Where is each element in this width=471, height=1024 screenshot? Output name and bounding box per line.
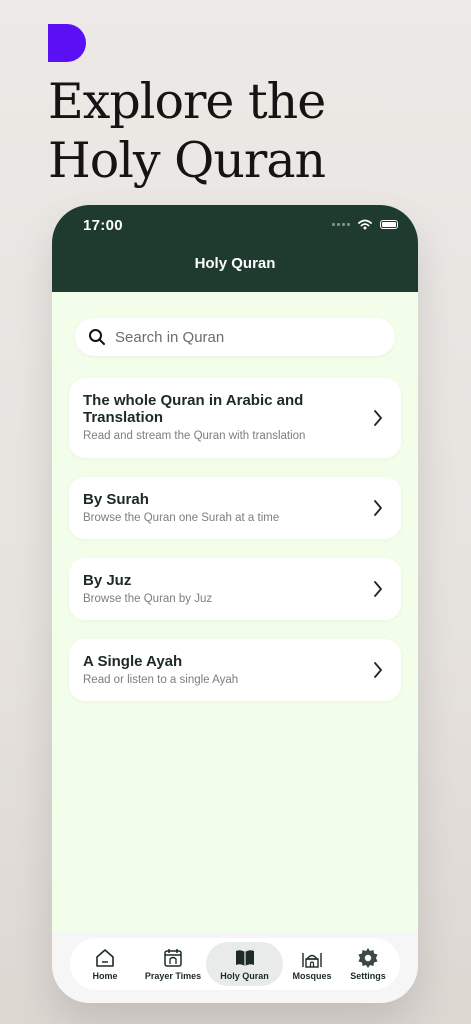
phone-frame: 17:00 Holy Quran The whole Quran in Arab…: [52, 205, 418, 1003]
card-subtitle: Browse the Quran one Surah at a time: [83, 512, 280, 524]
card-title-line2: Translation: [83, 409, 164, 426]
card-by-surah[interactable]: By Surah Browse the Quran one Surah at a…: [69, 477, 401, 539]
card-whole-quran[interactable]: The whole Quran in Arabic and Translatio…: [69, 378, 401, 458]
card-subtitle: Read and stream the Quran with translati…: [83, 430, 306, 442]
tab-prayer-times[interactable]: Prayer Times: [138, 942, 208, 986]
header-title: Holy Quran: [194, 255, 276, 272]
calendar-icon: [164, 949, 182, 967]
tab-label: Holy Quran: [220, 971, 269, 981]
search-box[interactable]: [75, 318, 395, 356]
tab-holy-quran[interactable]: Holy Quran: [206, 942, 283, 986]
search-icon: [89, 329, 105, 345]
chevron-right-icon: [374, 581, 382, 597]
chevron-right-icon: [374, 410, 382, 426]
brand-logo: [48, 24, 86, 62]
card-subtitle: Browse the Quran by Juz: [83, 593, 213, 605]
home-icon: [96, 949, 114, 967]
card-title: By Surah: [83, 491, 149, 508]
tab-label: Mosques: [292, 971, 332, 981]
mosque-icon: [302, 953, 322, 968]
chevron-right-icon: [374, 500, 382, 516]
gear-icon: [358, 948, 378, 968]
promo-title-line1: Explore the: [48, 73, 326, 130]
tab-home[interactable]: Home: [74, 942, 136, 986]
card-by-juz[interactable]: By Juz Browse the Quran by Juz: [69, 558, 401, 620]
card-subtitle: Read or listen to a single Ayah: [83, 674, 239, 686]
card-single-ayah[interactable]: A Single Ayah Read or listen to a single…: [69, 639, 401, 701]
card-title-line1: The whole Quran in Arabic and: [83, 392, 304, 409]
tab-mosques[interactable]: Mosques: [282, 942, 342, 986]
app-header: 17:00 Holy Quran: [52, 205, 418, 292]
tab-settings[interactable]: Settings: [340, 942, 396, 986]
tab-bar: Home Prayer Times Holy Quran Mosques Set…: [70, 938, 400, 990]
battery-icon: [380, 220, 398, 229]
tab-label: Settings: [350, 971, 386, 981]
card-title: The whole Quran in Arabic and Translatio…: [83, 392, 303, 426]
card-title: A Single Ayah: [83, 653, 183, 670]
wifi-icon: [358, 219, 372, 230]
signal-icon: [332, 223, 350, 226]
book-icon: [235, 950, 254, 966]
tab-label: Prayer Times: [144, 971, 202, 981]
promo-title-line2: Holy Quran: [48, 132, 326, 189]
tabbar-area: Home Prayer Times Holy Quran Mosques Set…: [52, 932, 418, 1003]
status-time: 17:00: [83, 217, 123, 234]
chevron-right-icon: [374, 662, 382, 678]
search-input[interactable]: [113, 327, 377, 347]
promo-title: Explore the Holy Quran: [48, 72, 326, 190]
status-icons: [332, 219, 398, 230]
tab-label: Home: [92, 971, 118, 981]
content-area: The whole Quran in Arabic and Translatio…: [52, 292, 418, 932]
card-title: By Juz: [83, 572, 132, 589]
